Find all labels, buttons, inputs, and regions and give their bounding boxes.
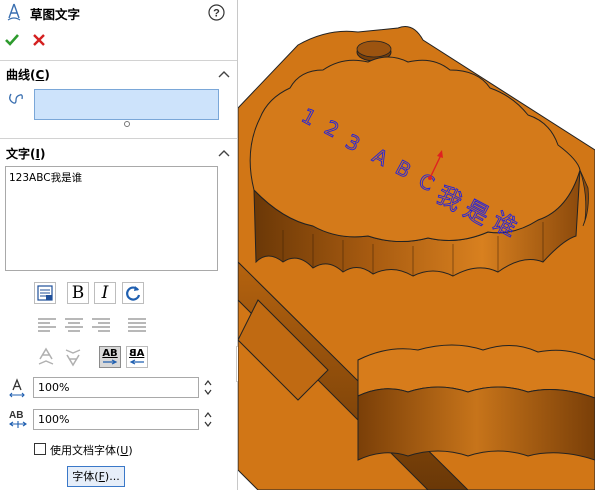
use-document-font-checkbox[interactable] <box>34 443 46 455</box>
mounting-hole-inner <box>356 40 392 58</box>
rotate-icon <box>126 286 141 301</box>
rotate-button[interactable] <box>122 282 144 304</box>
doc-font-text: 使用文档字体( <box>50 444 121 457</box>
text-label-close: ) <box>39 147 46 161</box>
width-factor-spinner[interactable] <box>202 377 214 398</box>
panel-title: 草图文字 <box>30 7 81 22</box>
chevron-up-icon[interactable] <box>218 149 230 157</box>
svg-text:AB: AB <box>9 410 23 421</box>
sketch-text-property-panel: 草图文字 ? 曲线(C) 文字(I) 123ABC我是谁 B I AB AB 1… <box>0 0 238 490</box>
italic-button[interactable]: I <box>94 282 116 304</box>
doc-font-close: ) <box>128 444 133 457</box>
align-right-icon[interactable] <box>91 317 111 333</box>
marker-point <box>428 176 432 180</box>
chevron-up-icon[interactable] <box>218 70 230 78</box>
bold-button[interactable]: B <box>67 282 89 304</box>
ok-button[interactable] <box>4 32 20 48</box>
help-icon[interactable]: ? <box>208 4 225 21</box>
curves-mnemonic: C <box>35 68 45 82</box>
resize-grip[interactable] <box>124 121 130 127</box>
font-button[interactable]: 字体(F)... <box>67 466 125 487</box>
width-factor-input[interactable]: 100% <box>33 377 199 398</box>
curves-label-close: ) <box>44 68 50 82</box>
curves-selection-field[interactable] <box>34 89 219 120</box>
graphics-viewport[interactable]: 123ABC我是谁 <box>238 0 595 490</box>
character-spacing-input[interactable]: 100% <box>33 409 199 430</box>
text-input-area[interactable]: 123ABC我是谁 <box>5 166 218 271</box>
sketch-text-icon <box>6 3 22 21</box>
flip-vertical-down-icon[interactable] <box>63 346 83 368</box>
arrow-left-icon <box>129 359 144 365</box>
close-icon <box>33 34 45 46</box>
svg-text:?: ? <box>213 8 220 20</box>
flip-horizontal-label: AB <box>102 348 118 359</box>
flip-vertical-up-icon[interactable] <box>36 346 56 368</box>
lower-ridge-side <box>357 386 595 461</box>
text-section-header[interactable]: 文字(I) <box>6 145 45 162</box>
font-button-close: )... <box>104 470 120 483</box>
separator <box>0 138 237 139</box>
justify-icon[interactable] <box>127 317 147 333</box>
character-spacing-icon: AB <box>9 410 27 428</box>
flip-horizontal-reverse-button[interactable]: AB <box>126 346 148 368</box>
part-model[interactable]: 1 23A B C我是谁 <box>238 0 595 490</box>
align-center-icon[interactable] <box>64 317 84 333</box>
curve-icon <box>6 90 26 110</box>
link-property-icon <box>37 285 53 301</box>
separator <box>0 60 237 61</box>
flip-reverse-label: AB <box>129 348 145 359</box>
boss-top-face <box>249 56 581 242</box>
flip-horizontal-button[interactable]: AB <box>99 346 121 368</box>
checkmark-icon <box>5 34 19 46</box>
font-button-text: 字体( <box>72 470 99 483</box>
character-spacing-spinner[interactable] <box>202 409 214 430</box>
text-label: 文字( <box>6 147 36 161</box>
align-left-icon[interactable] <box>37 317 57 333</box>
cancel-button[interactable] <box>31 32 47 48</box>
arrow-right-icon <box>103 359 118 365</box>
curves-section-header[interactable]: 曲线(C) <box>6 66 50 83</box>
curves-label: 曲线( <box>6 68 36 82</box>
use-document-font-label: 使用文档字体(U) <box>50 442 133 458</box>
width-factor-icon <box>9 378 25 398</box>
link-to-property-button[interactable] <box>34 282 56 304</box>
